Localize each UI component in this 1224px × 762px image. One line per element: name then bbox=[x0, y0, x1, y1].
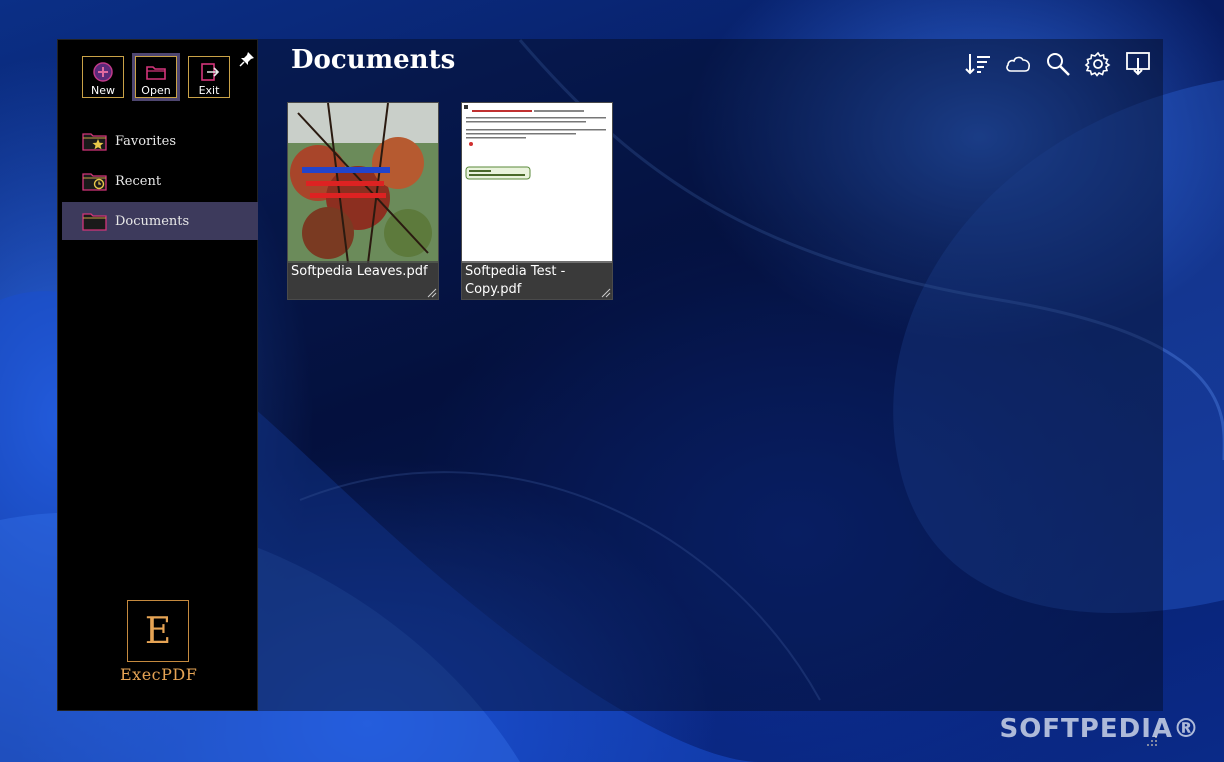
toolbar: New Open Exit bbox=[82, 53, 230, 101]
search-button[interactable] bbox=[1043, 49, 1073, 79]
file-name: Softpedia Test - Copy.pdf bbox=[462, 261, 612, 299]
recent-folder-icon bbox=[82, 173, 107, 191]
cloud-button[interactable] bbox=[1003, 49, 1033, 79]
file-grid: Softpedia Leaves.pdf Softpedia Test - Co… bbox=[287, 102, 613, 300]
sidebar-item-favorites-label: Favorites bbox=[115, 133, 177, 149]
watermark: SOFTPEDIA® bbox=[999, 714, 1200, 744]
main-content: Documents Softpedia Leaves.pdf Softpedia… bbox=[258, 39, 1163, 711]
sidebar-item-recent-label: Recent bbox=[115, 173, 162, 189]
sidebar-item-documents-label: Documents bbox=[115, 213, 190, 229]
file-thumbnail bbox=[462, 103, 612, 263]
open-button-label: Open bbox=[141, 84, 171, 97]
folder-open-icon bbox=[146, 66, 166, 80]
app-logo: E ExecPDF bbox=[120, 600, 198, 684]
execpdf-window: New Open Exit Favorites Recent Documents… bbox=[57, 39, 1163, 746]
exit-button[interactable]: Exit bbox=[188, 56, 230, 98]
resize-grip-icon bbox=[601, 288, 611, 298]
sort-icon bbox=[965, 54, 990, 75]
search-icon bbox=[1047, 53, 1070, 76]
open-button[interactable]: Open bbox=[132, 53, 180, 101]
download-button[interactable] bbox=[1123, 49, 1153, 79]
download-icon bbox=[1126, 52, 1150, 76]
exit-button-label: Exit bbox=[198, 84, 220, 97]
new-icon bbox=[93, 62, 113, 82]
top-tools bbox=[963, 49, 1153, 79]
settings-button[interactable] bbox=[1083, 49, 1113, 79]
page-title: Documents bbox=[291, 45, 456, 75]
sidebar-nav: Favorites Recent Documents bbox=[62, 122, 258, 242]
file-thumbnail bbox=[288, 103, 438, 263]
sidebar: New Open Exit Favorites Recent Documents… bbox=[57, 39, 258, 711]
file-card-test-copy[interactable]: Softpedia Test - Copy.pdf bbox=[461, 102, 613, 300]
sidebar-item-documents[interactable]: Documents bbox=[62, 202, 258, 240]
documents-folder-icon bbox=[82, 213, 107, 231]
gear-icon bbox=[1084, 51, 1111, 77]
logo-mark: E bbox=[127, 600, 189, 662]
exit-icon bbox=[201, 63, 220, 81]
resize-grip-icon bbox=[427, 288, 437, 298]
sidebar-item-recent[interactable]: Recent bbox=[62, 162, 258, 200]
logo-text: ExecPDF bbox=[120, 665, 198, 684]
file-card-leaves[interactable]: Softpedia Leaves.pdf bbox=[287, 102, 439, 300]
cloud-icon bbox=[1006, 56, 1030, 72]
pin-icon[interactable] bbox=[239, 51, 255, 67]
new-button-label: New bbox=[91, 84, 115, 97]
sidebar-item-favorites[interactable]: Favorites bbox=[62, 122, 258, 160]
file-name: Softpedia Leaves.pdf bbox=[288, 261, 438, 299]
favorites-folder-icon bbox=[82, 133, 107, 151]
sort-button[interactable] bbox=[963, 49, 993, 79]
new-button[interactable]: New bbox=[82, 56, 124, 98]
